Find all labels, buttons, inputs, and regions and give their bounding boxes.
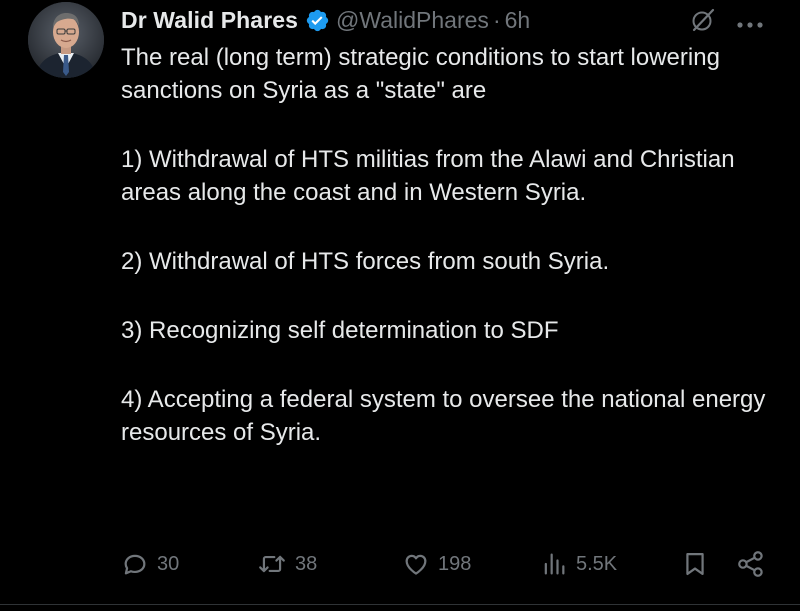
- display-name[interactable]: Dr Walid Phares: [121, 7, 298, 34]
- condition-2: 2) Withdrawal of HTS forces from south S…: [121, 248, 610, 275]
- avatar[interactable]: [28, 2, 104, 78]
- reply-count: 30: [157, 552, 180, 575]
- grok-icon[interactable]: [690, 7, 716, 33]
- verified-badge-icon[interactable]: [305, 8, 330, 33]
- like-button[interactable]: 198: [402, 544, 471, 584]
- repost-button[interactable]: 38: [257, 544, 317, 584]
- action-bar: 30 38 198 5.5K: [0, 544, 800, 584]
- separator-dot: ·: [492, 6, 501, 33]
- repost-count: 38: [295, 552, 318, 575]
- share-icon: [736, 550, 766, 578]
- condition-1: 1) Withdrawal of HTS militias from the A…: [121, 146, 735, 206]
- repost-arrows-icon: [257, 550, 287, 578]
- tweet-header: Dr Walid Phares @WalidPhares · 6h: [121, 4, 530, 36]
- share-button[interactable]: [736, 544, 766, 584]
- reply-bubble-icon: [121, 550, 149, 578]
- timestamp[interactable]: 6h: [505, 7, 531, 34]
- tweet-text: The real (long term) strategic condition…: [121, 41, 781, 449]
- bar-chart-icon: [540, 550, 568, 578]
- heart-icon: [402, 550, 430, 578]
- views-button[interactable]: 5.5K: [540, 544, 617, 584]
- divider: [0, 604, 800, 605]
- tweet-card[interactable]: Dr Walid Phares @WalidPhares · 6h The re…: [0, 0, 800, 611]
- profile-photo: [28, 2, 104, 78]
- more-dots-icon[interactable]: [736, 16, 764, 28]
- handle[interactable]: @WalidPhares: [336, 7, 489, 34]
- reply-button[interactable]: 30: [121, 544, 179, 584]
- bookmark-button[interactable]: [682, 544, 708, 584]
- bookmark-icon: [682, 550, 708, 578]
- view-count: 5.5K: [576, 552, 618, 575]
- condition-4: 4) Accepting a federal system to oversee…: [121, 386, 766, 446]
- like-count: 198: [438, 552, 472, 575]
- condition-3: 3) Recognizing self determination to SDF: [121, 317, 559, 344]
- tweet-intro: The real (long term) strategic condition…: [121, 44, 720, 104]
